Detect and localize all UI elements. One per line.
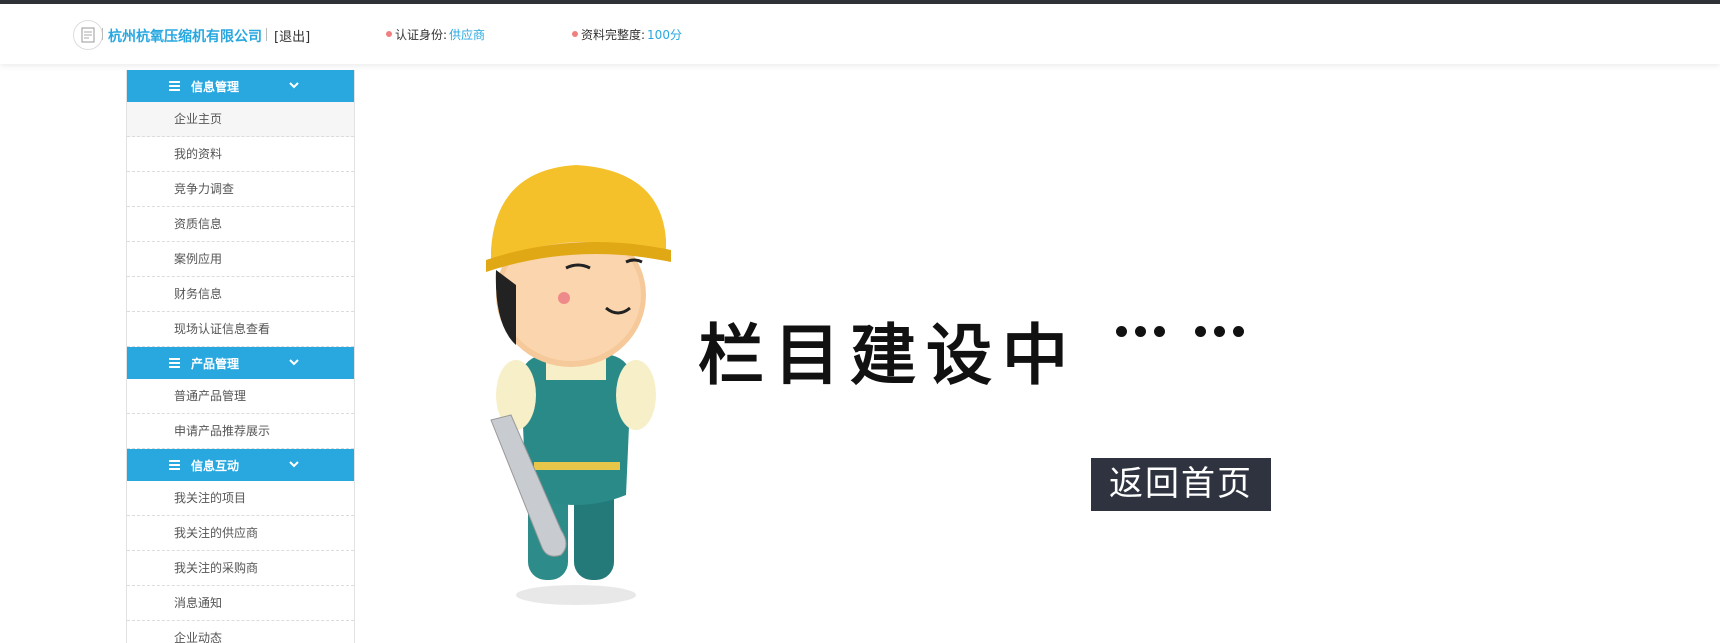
completeness-label: 资料完整度: [581,28,646,42]
sidebar-item-product-recommendation[interactable]: 申请产品推荐展示 [127,414,354,449]
sidebar-item-product-management[interactable]: 普通产品管理 [127,379,354,414]
menu-icon [169,358,180,368]
menu-icon [169,81,180,91]
sidebar-section-info-interaction[interactable]: 信息互动 [127,449,354,481]
status-dot [572,31,578,37]
sidebar-item-followed-suppliers[interactable]: 我关注的供应商 [127,516,354,551]
chevron-down-icon [289,82,299,89]
construction-worker-illustration [486,165,671,605]
company-name[interactable]: 杭州杭氧压缩机有限公司 [108,26,262,46]
sidebar-item-notifications[interactable]: 消息通知 [127,586,354,621]
cert-label: 认证身份: [395,28,448,42]
section-title: 信息管理 [191,80,240,94]
chevron-down-icon [289,359,299,366]
sidebar-section-info-management[interactable]: 信息管理 [127,70,354,102]
sidebar: 信息管理 企业主页 我的资料 竞争力调查 资质信息 案例应用 财务信息 现场认证… [126,70,355,643]
sidebar-item-qualification-info[interactable]: 资质信息 [127,207,354,242]
section-title: 产品管理 [191,357,240,371]
profile-completeness: 资料完整度: 100分 [572,26,682,43]
sidebar-item-company-home[interactable]: 企业主页 [127,102,354,137]
main-content: 栏目建设中 返回首页 [356,70,1720,643]
logo-image-icon [81,27,95,43]
sidebar-item-my-profile[interactable]: 我的资料 [127,137,354,172]
header: 杭州杭氧压缩机有限公司 [退出] 认证身份: 供应商 资料完整度: 100分 [0,4,1720,64]
section-title: 信息互动 [191,459,240,473]
sidebar-item-followed-buyers[interactable]: 我关注的采购商 [127,551,354,586]
sidebar-item-company-news[interactable]: 企业动态 [127,621,354,643]
ellipsis-dots [1116,326,1252,340]
sidebar-section-product-management[interactable]: 产品管理 [127,347,354,379]
cert-value: 供应商 [449,28,486,42]
company-logo[interactable] [73,20,103,50]
sidebar-item-competitiveness-survey[interactable]: 竞争力调查 [127,172,354,207]
menu-icon [169,460,180,470]
completeness-value: 100分 [647,28,682,42]
chevron-down-icon [289,461,299,468]
logout-link[interactable]: [退出] [274,26,310,45]
sidebar-item-financial-info[interactable]: 财务信息 [127,277,354,312]
divider [266,28,267,41]
under-construction-title: 栏目建设中 [698,316,1078,394]
return-home-button[interactable]: 返回首页 [1091,458,1271,511]
logo-divider [102,28,103,40]
sidebar-item-followed-projects[interactable]: 我关注的项目 [127,481,354,516]
sidebar-item-onsite-certification[interactable]: 现场认证信息查看 [127,312,354,347]
cert-identity: 认证身份: 供应商 [386,26,485,43]
status-dot [386,31,392,37]
sidebar-item-case-applications[interactable]: 案例应用 [127,242,354,277]
